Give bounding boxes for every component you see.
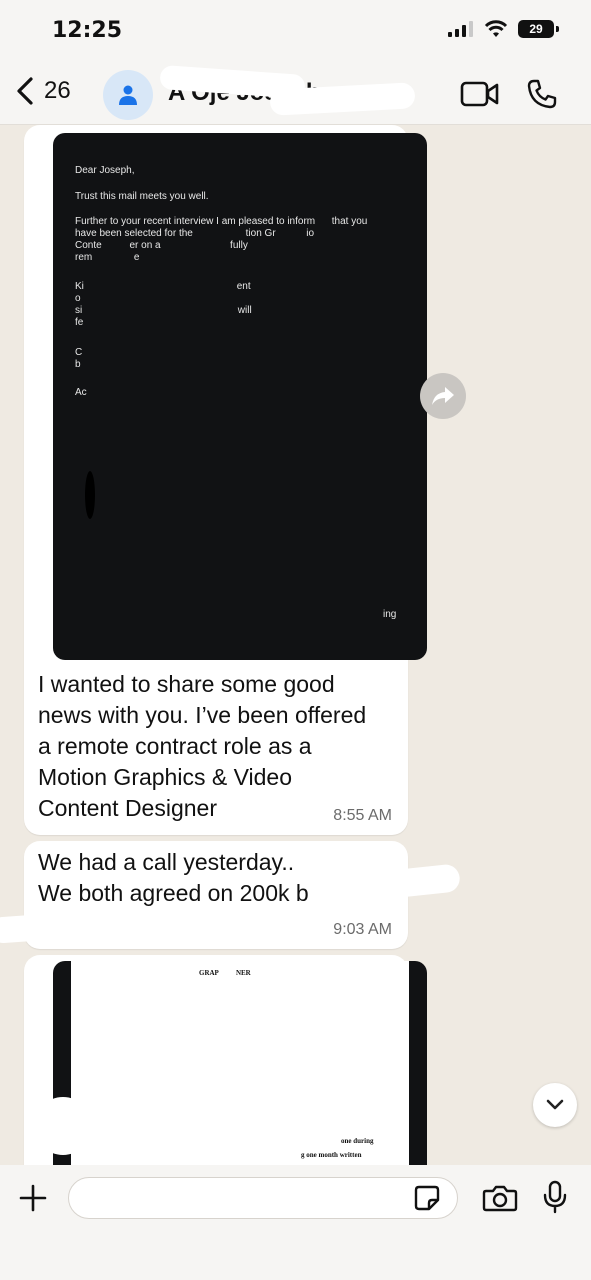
message-timestamp: 8:55 AM — [333, 807, 392, 824]
signal-icon — [448, 21, 473, 37]
message-input[interactable] — [68, 1177, 458, 1219]
plus-icon[interactable] — [18, 1183, 48, 1213]
document-text: g one month written — [301, 1151, 362, 1159]
document-image[interactable]: GRAP NER one during g one month written — [53, 961, 427, 1165]
email-line: Ki ent — [75, 281, 251, 292]
message-text: I wanted to share some good news with yo… — [38, 671, 367, 821]
forward-button[interactable] — [420, 373, 466, 419]
phone-icon[interactable] — [526, 78, 558, 110]
email-line: C — [75, 347, 83, 358]
email-screenshot-image[interactable]: Dear Joseph, Trust this mail meets you w… — [53, 133, 427, 660]
message-bubble-1[interactable]: Dear Joseph, Trust this mail meets you w… — [24, 125, 427, 835]
status-bar: 12:25 29 — [0, 0, 591, 64]
input-bar — [0, 1165, 591, 1280]
message-bubble-3[interactable]: GRAP NER one during g one month written — [24, 955, 427, 1165]
avatar[interactable] — [103, 70, 153, 120]
email-line: Dear Joseph, — [75, 165, 135, 176]
email-line: Conte er on a fully — [75, 240, 248, 251]
camera-icon[interactable] — [482, 1183, 518, 1213]
wifi-icon — [484, 20, 508, 37]
battery-cap — [556, 26, 559, 32]
redaction-mark — [85, 471, 95, 519]
email-line: ing — [383, 609, 397, 620]
email-line: Trust this mail meets you well. — [75, 191, 209, 202]
microphone-icon[interactable] — [542, 1179, 568, 1215]
share-arrow-icon — [432, 387, 454, 405]
message-timestamp: 9:03 AM — [333, 921, 392, 938]
email-line: o — [75, 293, 81, 304]
battery-indicator: 29 — [518, 20, 554, 38]
status-time: 12:25 — [52, 18, 123, 43]
email-line: Ac — [75, 387, 87, 398]
chat-area[interactable]: Dear Joseph, Trust this mail meets you w… — [0, 125, 591, 1165]
email-line: have been selected for the tion Gr io — [75, 228, 315, 239]
back-button[interactable]: 26 — [14, 76, 71, 106]
chevron-left-icon — [17, 77, 33, 105]
email-line: b — [75, 359, 81, 370]
email-line: Further to your recent interview I am pl… — [75, 216, 368, 227]
email-line: fe — [75, 317, 84, 328]
email-line: si will — [75, 305, 252, 316]
document-title: GRAP NER — [199, 969, 251, 977]
chat-header: 26 A Oje Joseph — [0, 64, 591, 125]
redaction-mark — [34, 1097, 92, 1155]
chevron-down-icon — [546, 1099, 564, 1110]
scroll-down-button[interactable] — [533, 1083, 577, 1127]
unread-count: 26 — [44, 77, 71, 104]
document-text: one during — [341, 1137, 374, 1145]
sticker-icon[interactable] — [413, 1184, 441, 1212]
document-page: GRAP NER one during g one month written — [71, 961, 409, 1165]
video-camera-icon[interactable] — [460, 80, 500, 108]
person-icon — [119, 85, 137, 105]
email-line: rem e — [75, 252, 140, 263]
